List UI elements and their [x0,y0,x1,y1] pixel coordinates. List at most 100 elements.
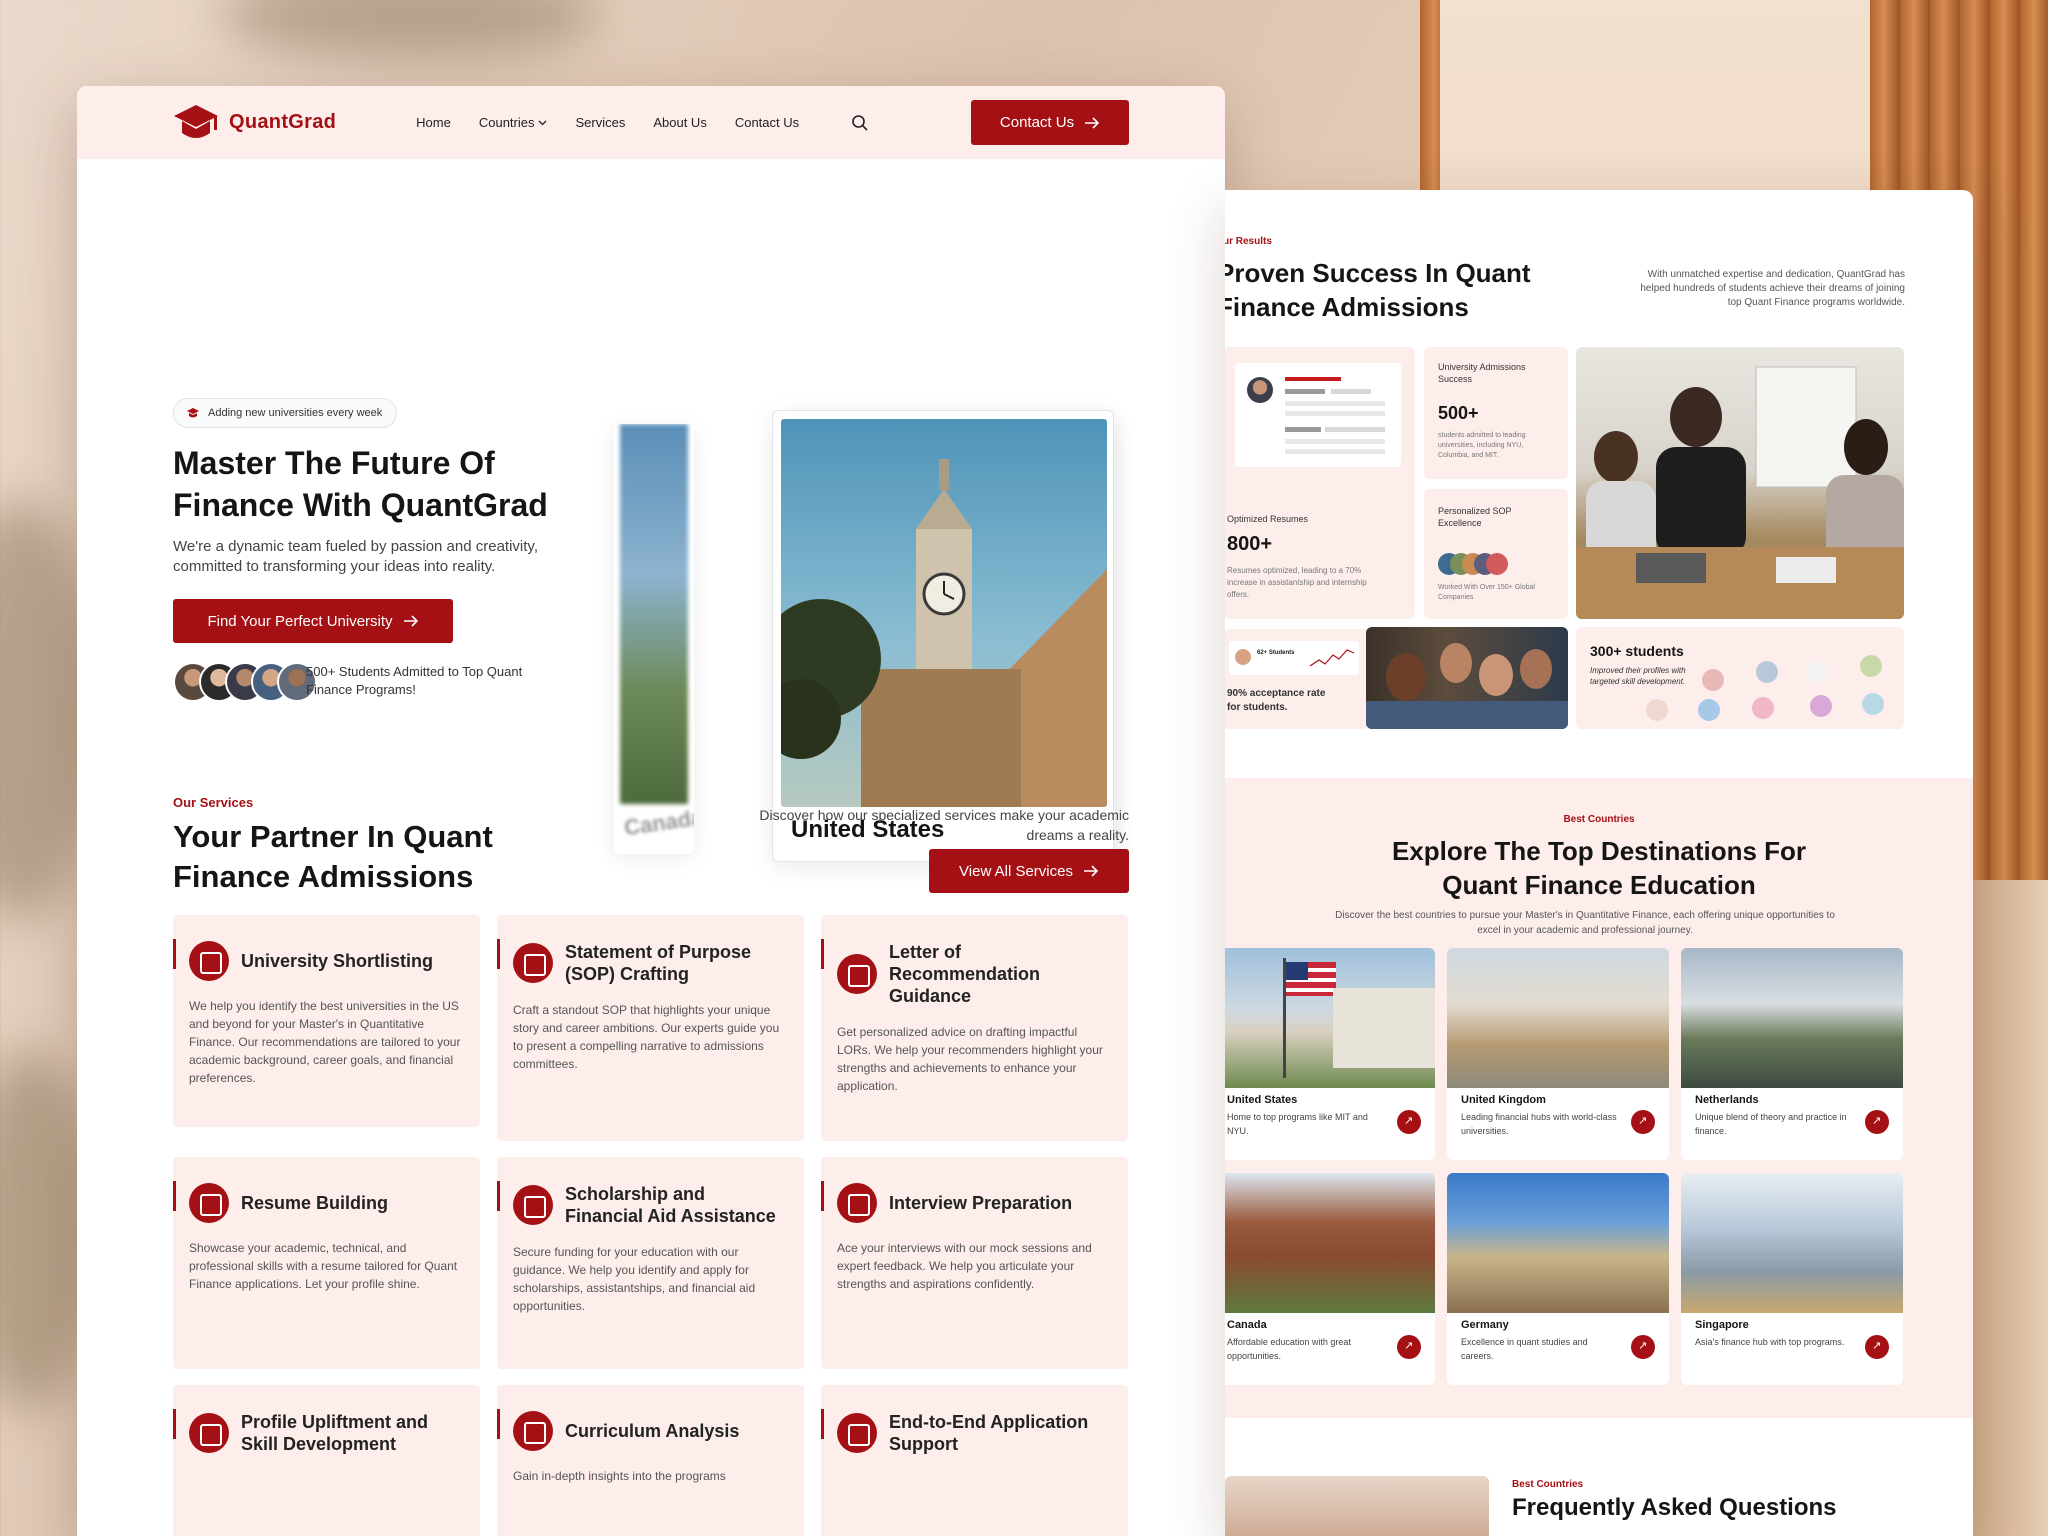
service-name: End-to-End Application Support [889,1412,1089,1454]
service-card[interactable]: Statement of Purpose (SOP) Crafting Craf… [497,915,804,1141]
arrow-right-icon [1083,865,1099,877]
stat-card-acceptance: 62+ Students 90% acceptance rate for stu… [1225,629,1369,729]
arrow-up-right-icon[interactable] [1631,1335,1655,1359]
service-name: Resume Building [241,1193,389,1213]
stat-text: 90% acceptance rate for students. [1227,688,1326,713]
service-text: Showcase your academic, technical, and p… [189,1241,458,1291]
country-photo [1225,1173,1435,1313]
results-title-line1: Proven Success In Quant [1225,258,1531,288]
results-description: With unmatched expertise and dedication,… [1640,269,1905,308]
destination-card[interactable]: Singapore Asia's finance hub with top pr… [1681,1173,1903,1385]
nav-contact[interactable]: Contact Us [735,115,799,130]
destination-desc: Unique blend of theory and practice in f… [1695,1112,1847,1136]
service-card[interactable]: Interview Preparation Ace your interview… [821,1157,1128,1369]
destinations-title-line1: Explore The Top Destinations For [1391,836,1807,866]
mini-chart-card: 62+ Students [1229,641,1359,675]
contact-us-button[interactable]: Contact Us [971,100,1129,145]
meeting-illustration [1576,366,1904,619]
hero-subtitle: We're a dynamic team fueled by passion a… [173,538,538,575]
avatar [1698,699,1720,721]
profile-icon [189,1413,229,1453]
destination-name: United States [1227,1094,1298,1106]
stat-label: Optimized Resumes [1227,514,1309,524]
destination-card[interactable]: United States Home to top programs like … [1225,948,1435,1160]
find-university-button[interactable]: Find Your Perfect University [173,599,453,643]
graduation-cap-icon [187,408,199,418]
services-description: Discover how our specialized services ma… [759,807,1129,843]
arrow-up-right-icon[interactable] [1865,1335,1889,1359]
service-name: Interview Preparation [889,1193,1073,1213]
service-card[interactable]: Profile Upliftment and Skill Development [173,1385,480,1536]
services-title: Your Partner In Quant Finance Admissions [173,819,493,894]
search-icon[interactable] [851,114,869,132]
destination-desc: Leading financial hubs with world-class … [1461,1112,1617,1136]
mini-chart-label: 62+ Students [1257,650,1295,656]
arrow-up-right-icon[interactable] [1631,1110,1655,1134]
home-page: QuantGrad Home Countries Services About … [77,86,1225,1536]
university-icon [189,941,229,981]
service-card[interactable]: University Shortlisting We help you iden… [173,915,480,1127]
stat-card-resumes: Optimized Resumes 800+ Resumes optimized… [1225,347,1415,619]
stat-value: 800+ [1227,533,1273,555]
service-card[interactable]: Scholarship and Financial Aid Assistance… [497,1157,804,1369]
service-text: Gain in-depth insights into the programs [513,1469,726,1483]
service-card[interactable]: Letter of Recommendation Guidance Get pe… [821,915,1128,1141]
service-name: Scholarship and Financial Aid Assistance [565,1184,776,1226]
avatar [1806,661,1828,683]
avatar [1810,695,1832,717]
arrow-up-right-icon[interactable] [1397,1110,1421,1134]
stat-card-sop: Personalized SOP Excellence Worked With … [1424,489,1568,619]
student-avatars [173,662,317,702]
destination-card[interactable]: United Kingdom Leading financial hubs wi… [1447,948,1669,1160]
stat-value: 500+ [1438,403,1479,423]
nav-countries-label: Countries [478,115,535,130]
country-photo [1447,1173,1669,1313]
stat-note: students admitted to leading universitie… [1438,432,1526,459]
nav-home[interactable]: Home [416,115,451,130]
service-card[interactable]: End-to-End Application Support [821,1385,1128,1536]
arrow-right-icon [1085,116,1100,129]
avatar [1862,693,1884,715]
stat-value: 300+ students [1590,643,1684,659]
view-all-services-button[interactable]: View All Services [929,849,1129,893]
country-card-united-states[interactable]: United States [772,410,1114,862]
arrow-up-right-icon[interactable] [1865,1110,1889,1134]
view-all-services-label: View All Services [959,862,1073,880]
hero-section: Adding new universities every week Maste… [77,159,1225,862]
find-university-label: Find Your Perfect University [207,612,393,630]
nav-countries[interactable]: Countries [479,115,548,130]
service-text: Secure funding for your education with o… [513,1245,756,1313]
destination-name: Germany [1461,1319,1509,1331]
avatar [1756,661,1778,683]
destination-name: Singapore [1695,1319,1749,1331]
service-card[interactable]: Resume Building Showcase your academic, … [173,1157,480,1369]
destination-card[interactable]: Canada Affordable education with great o… [1225,1173,1435,1385]
services-grid: University Shortlisting We help you iden… [173,915,1129,1536]
destinations-title: Explore The Top Destinations For Quant F… [1225,834,1973,902]
service-name: University Shortlisting [241,951,434,971]
destination-card[interactable]: Germany Excellence in quant studies and … [1447,1173,1669,1385]
chevron-down-icon [539,120,547,125]
stat-note: Worked With Over 150+ Global Companies [1438,584,1535,601]
service-card[interactable]: Curriculum Analysis Gain in-depth insigh… [497,1385,804,1536]
avatar [1752,697,1774,719]
nav-about[interactable]: About Us [653,115,706,130]
destination-desc: Home to top programs like MIT and NYU. [1227,1112,1368,1136]
country-card-canada[interactable]: Canada [614,424,694,854]
resume-icon [189,1183,229,1223]
country-photo [781,419,1107,807]
recommendation-icon [837,954,877,994]
interview-icon [837,1183,877,1223]
clock-tower-illustration [781,459,1107,807]
arrow-up-right-icon[interactable] [1397,1335,1421,1359]
destination-name: Netherlands [1695,1094,1759,1106]
destination-card[interactable]: Netherlands Unique blend of theory and p… [1681,948,1903,1160]
trend-line-icon [1309,649,1355,667]
logo[interactable]: QuantGrad [173,103,336,143]
nav-services[interactable]: Services [575,115,625,130]
country-photo [1225,948,1435,1088]
country-photo [1681,1173,1903,1313]
results-title-line2: Finance Admissions [1225,292,1469,322]
destination-desc: Affordable education with great opportun… [1227,1337,1351,1361]
service-text: Ace your interviews with our mock sessio… [837,1241,1092,1291]
